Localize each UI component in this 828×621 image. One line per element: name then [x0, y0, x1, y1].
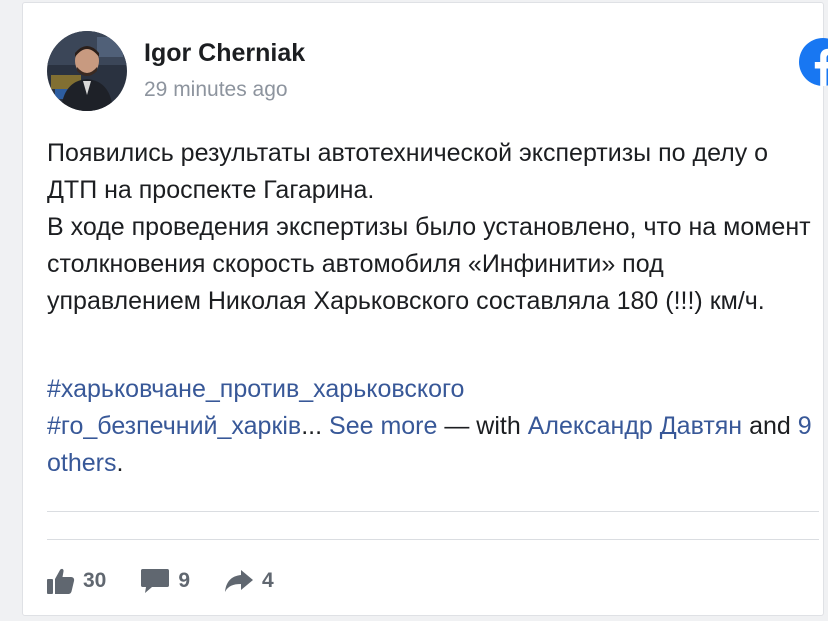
comment-button[interactable]: 9	[140, 568, 190, 594]
author-avatar[interactable]	[47, 31, 127, 111]
hashtag-link[interactable]: #харьковчане_против_харьковского	[47, 375, 464, 403]
like-button[interactable]: 30	[47, 568, 106, 594]
ellipsis-text: ...	[301, 412, 323, 440]
divider	[47, 511, 819, 512]
see-more-link[interactable]: See more	[329, 412, 437, 440]
with-text: — with	[444, 412, 528, 440]
comment-icon	[140, 568, 170, 594]
post-timestamp[interactable]: 29 minutes ago	[144, 78, 288, 102]
post-actions: 30 9 4	[47, 561, 308, 601]
share-count: 4	[262, 569, 274, 592]
tagged-person-link[interactable]: Александр Давтян	[528, 412, 742, 440]
period-text: .	[116, 449, 124, 477]
share-button[interactable]: 4	[224, 569, 274, 593]
like-count: 30	[83, 569, 107, 592]
post-body-paragraph: В ходе проведения экспертизы было устано…	[47, 213, 811, 315]
post-card: Igor Cherniak 29 minutes ago Появились р…	[22, 2, 828, 616]
hashtag-link[interactable]: #го_безпечний_харків	[47, 412, 301, 440]
post-header: Igor Cherniak 29 minutes ago	[47, 31, 828, 115]
post-body: Появились результаты автотехнической экс…	[47, 135, 817, 320]
post-tags: #харьковчане_против_харьковского #го_без…	[47, 371, 817, 482]
and-text: and	[742, 412, 798, 440]
divider	[47, 539, 819, 540]
facebook-logo-icon[interactable]	[799, 38, 828, 86]
author-name[interactable]: Igor Cherniak	[144, 39, 305, 68]
comment-count: 9	[178, 569, 191, 592]
thumbs-up-icon	[47, 568, 75, 594]
share-arrow-icon	[224, 569, 254, 593]
post-body-paragraph: Появились результаты автотехнической экс…	[47, 139, 769, 204]
